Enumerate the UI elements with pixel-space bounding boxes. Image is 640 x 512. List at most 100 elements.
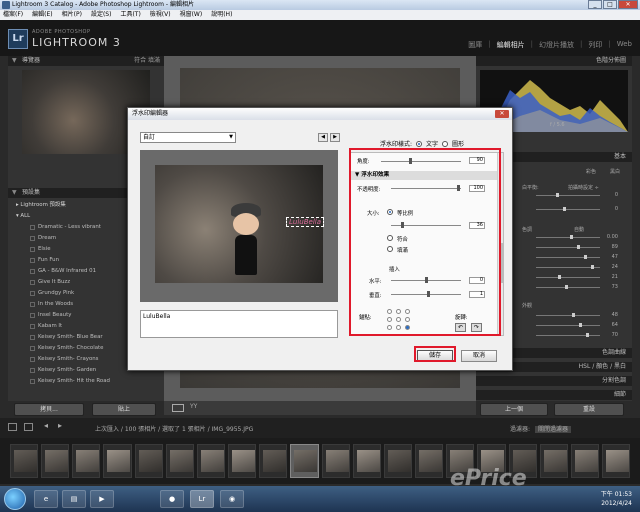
adjust-slider[interactable] [536,207,600,211]
menu-settings[interactable]: 設定(S) [91,10,112,20]
loupe-view-icon[interactable] [172,404,184,412]
maximize-button[interactable]: □ [603,0,617,9]
adjust-slider[interactable] [536,323,600,327]
adjust-slider[interactable] [536,333,600,337]
watermark-preset-select[interactable]: 自訂 ▼ [140,132,236,143]
preset-label: Keisey Smith- Hit the Road [38,378,110,384]
filmstrip-thumbnail[interactable] [539,444,568,478]
split-toning-header[interactable]: 分割色調 [476,376,632,386]
auto-tone-button[interactable]: 自動 [574,226,584,233]
before-after-icon[interactable]: YY [190,403,197,410]
filmstrip-thumbnail[interactable] [103,444,132,478]
slider-value[interactable]: 47 [612,254,618,260]
next-image-button[interactable]: ▶ [330,133,340,142]
filmstrip-thumbnail[interactable] [196,444,226,478]
filmstrip-thumbnail[interactable] [228,444,257,478]
grid-icon[interactable] [8,423,17,431]
adjust-slider[interactable] [536,313,600,317]
adjust-slider[interactable] [536,245,600,249]
minimize-button[interactable]: _ [588,0,602,9]
slider-value[interactable]: 64 [612,322,618,328]
camera-icon[interactable]: ◉ [220,490,244,508]
slider-value[interactable]: 0.00 [607,234,618,240]
start-button[interactable] [4,488,26,510]
module-library[interactable]: 圖庫 [468,40,482,50]
lightroom-taskbar-icon[interactable]: Lr [190,490,214,508]
menu-help[interactable]: 說明(H) [211,10,232,20]
dialog-close-button[interactable]: ✕ [495,110,509,118]
treatment-color[interactable]: 彩色 [586,168,596,175]
menu-file[interactable]: 檔案(F) [3,10,23,20]
style-text-radio[interactable] [416,140,423,147]
filmstrip-thumbnail[interactable] [383,444,413,478]
paste-settings-button[interactable]: 貼上 [92,403,156,416]
back-arrow-icon[interactable]: ◂ [44,421,48,430]
forward-arrow-icon[interactable]: ▸ [58,421,62,430]
cancel-button[interactable]: 取消 [461,350,497,362]
slider-value[interactable]: 89 [612,244,618,250]
preset-icon [30,247,35,252]
zoom-options[interactable]: 符合 填滿 [134,56,160,66]
filmstrip-thumbnail[interactable] [415,444,444,478]
module-print[interactable]: 列印 [588,40,602,50]
detail-header[interactable]: 細節 [476,390,632,400]
module-develop[interactable]: 編輯相片 [497,40,525,50]
copy-settings-button[interactable]: 拷貝... [14,403,84,416]
filmstrip-thumbnail[interactable] [134,444,163,478]
adjust-slider[interactable] [536,193,600,197]
prev-image-button[interactable]: ◀ [318,133,328,142]
slider-value[interactable]: 70 [612,332,618,338]
white-balance-select[interactable]: 拍攝時設定 ÷ [568,184,599,191]
filmstrip-thumbnail[interactable] [72,444,101,478]
slider-value[interactable]: 0 [615,206,618,212]
ie-icon[interactable]: e [34,490,58,508]
navigator-header[interactable]: ▼ 導覽器 符合 填滿 [8,56,164,66]
slider-value[interactable]: 73 [612,284,618,290]
histogram-header[interactable]: 色階分佈圖 [476,56,632,66]
menu-photo[interactable]: 相片(P) [62,10,82,20]
style-graphic-radio[interactable] [442,140,449,147]
menu-edit[interactable]: 編輯(E) [32,10,52,20]
watermark-text-input[interactable]: LuluBella [140,310,338,338]
menu-window[interactable]: 視窗(W) [180,10,203,20]
module-web[interactable]: Web [617,40,632,50]
firefox-icon[interactable]: ● [160,490,184,508]
explorer-icon[interactable]: ▤ [62,490,86,508]
slider-value[interactable]: 48 [612,312,618,318]
thumbnail-image [138,450,162,472]
treatment-bw[interactable]: 黑白 [610,168,620,175]
second-window-icon[interactable] [24,423,33,431]
module-slideshow[interactable]: 幻燈片播放 [539,40,574,50]
filter-label: 過濾器: [510,426,531,433]
filmstrip-thumbnail[interactable] [41,444,70,478]
preset-item[interactable]: Keisey Smith- Hit the Road [8,376,164,387]
reset-button[interactable]: 重設 [554,403,624,416]
adjust-slider[interactable] [536,265,600,269]
filmstrip-thumbnail[interactable] [165,444,194,478]
filmstrip-thumbnail[interactable] [321,444,350,478]
thumbnail-image [200,450,224,472]
watermark-preview-text[interactable]: LuluBella [286,217,325,227]
filmstrip-thumbnail[interactable] [570,444,599,478]
filmstrip-source-info[interactable]: 上次匯入 / 100 張相片 / 選取了 1 張相片 / IMG_9955.JP… [95,424,253,433]
menu-tools[interactable]: 工具(T) [120,10,140,20]
slider-value[interactable]: 24 [612,264,618,270]
adjust-slider[interactable] [536,285,600,289]
close-button[interactable]: ✕ [618,0,638,9]
adjust-slider[interactable] [536,275,600,279]
adjust-slider[interactable] [536,235,600,239]
filmstrip-thumbnail[interactable] [259,444,288,478]
adjust-slider[interactable] [536,255,600,259]
slider-value[interactable]: 21 [612,274,618,280]
filmstrip-thumbnail[interactable] [290,444,319,478]
previous-button[interactable]: 上一個 [480,403,548,416]
filmstrip-thumbnail[interactable] [10,444,39,478]
menu-view[interactable]: 檢視(V) [150,10,171,20]
slider-value[interactable]: 0 [615,192,618,198]
filter-select[interactable]: 關閉過濾器 [534,426,571,433]
doll-body [235,235,257,275]
media-player-icon[interactable]: ▶ [90,490,114,508]
filmstrip-thumbnail[interactable] [601,444,631,478]
clock[interactable]: 下午 01:53 2012/4/24 [601,490,632,508]
filmstrip-thumbnail[interactable] [352,444,381,478]
